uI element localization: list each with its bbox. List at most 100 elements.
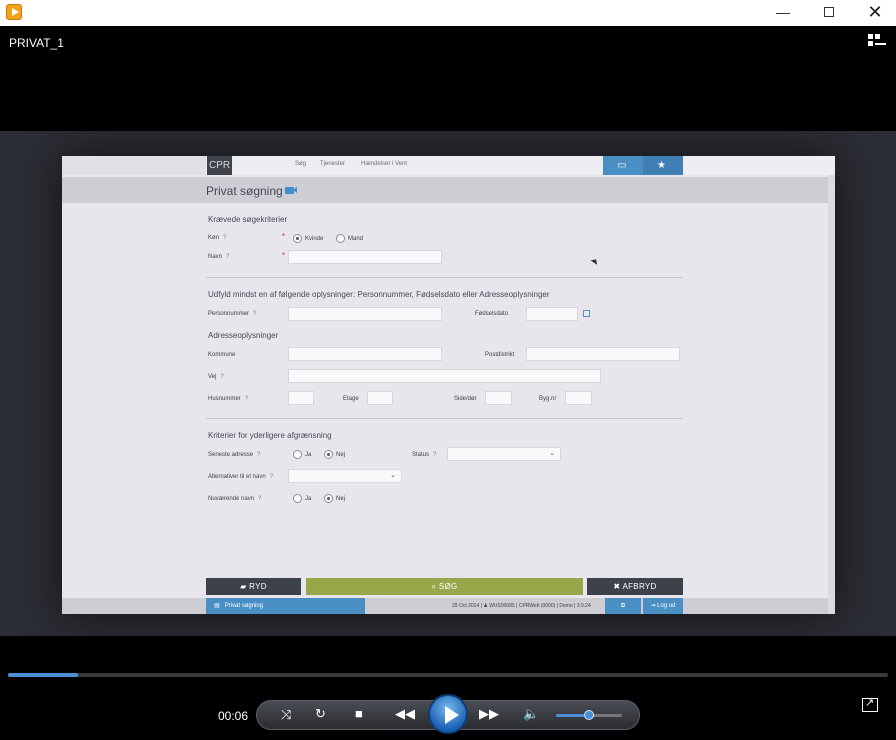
seneste-ja-label: Ja [305, 452, 312, 458]
cpr-top-bar: CPR Søg Tjenester Hændelser i Vent ▭ ★ [62, 156, 835, 175]
nav-haendelser[interactable]: Hændelser i Vent [361, 161, 407, 167]
minimize-button[interactable]: — [760, 0, 806, 26]
seek-bar[interactable] [8, 673, 888, 677]
calendar-icon[interactable] [583, 310, 590, 317]
shuffle-icon[interactable]: ⤨ [281, 707, 291, 723]
extra-section-title: Kriterier for yderligere afgrænsning [208, 431, 332, 440]
status-bar: ▤ Privat søgning 29 Oct 2014 | ♟ WUS0008… [62, 598, 828, 614]
volume-slider[interactable] [556, 710, 622, 720]
fodselsdato-input[interactable] [526, 307, 578, 321]
bygnr-input[interactable] [565, 391, 592, 405]
play-button[interactable] [428, 694, 468, 734]
navn-label: Navn? [208, 254, 230, 260]
kon-kvinde-radio[interactable] [293, 234, 302, 243]
info-section-title: Udfyld mindst en af følgende oplysninger… [208, 290, 550, 299]
ryd-button[interactable]: ▰ RYD [206, 578, 301, 595]
etage-label: Etage [343, 396, 359, 402]
status-select[interactable]: ⌄ [447, 447, 561, 461]
seneste-nej-label: Nej [336, 452, 346, 458]
nav-tjenester[interactable]: Tjenester [320, 161, 345, 167]
menu-icon: ▤ [214, 603, 222, 609]
seek-bar-fill [8, 673, 79, 677]
status-label: Status? [412, 452, 437, 458]
nuvaerende-navn-label: Nuværende navn? [208, 496, 262, 502]
alt-navn-select[interactable]: ⌄ [288, 469, 402, 483]
chevron-down-icon: ⌄ [390, 472, 396, 479]
external-link-icon: ⧉ [620, 603, 626, 609]
required-marker: * [282, 251, 286, 260]
postdistrikt-input[interactable] [526, 347, 680, 361]
video-title: PRIVAT_1 [9, 36, 64, 50]
search-icon: ⌕ [431, 582, 439, 591]
window-titlebar: — ✕ [0, 0, 896, 26]
navn-input[interactable] [288, 250, 442, 264]
seneste-adresse-label: Seneste adresse? [208, 452, 261, 458]
print-button[interactable]: ▭ [603, 156, 643, 175]
video-frame[interactable]: CPR Søg Tjenester Hændelser i Vent ▭ ★ P… [0, 131, 896, 636]
page-header: Privat søgning [62, 177, 828, 203]
volume-knob[interactable] [584, 710, 594, 720]
maximize-icon [824, 7, 834, 17]
nuv-nej-radio[interactable] [324, 494, 333, 503]
close-button[interactable]: ✕ [852, 0, 896, 26]
afbryd-button[interactable]: ✖ AFBRYD [587, 578, 683, 595]
kommune-input[interactable] [288, 347, 442, 361]
kommune-label: Kommune [208, 352, 236, 358]
repeat-icon[interactable]: ↻ [315, 706, 326, 722]
favorite-button[interactable]: ★ [643, 156, 683, 175]
husnummer-input[interactable] [288, 391, 314, 405]
forward-icon[interactable]: ▶▶ [479, 706, 499, 722]
media-player: PRIVAT_1 CPR Søg Tjenester Hændelser i V… [0, 26, 896, 740]
required-marker: * [282, 232, 286, 241]
fodselsdato-label: Fødselsdato [475, 311, 509, 317]
vej-label: Vej? [208, 374, 224, 380]
scrollbar[interactable] [828, 175, 835, 614]
camera-icon[interactable] [285, 187, 297, 194]
print-icon: ▭ [617, 160, 627, 171]
logout-button[interactable]: ⇥ Log ud [643, 598, 683, 614]
page-title: Privat søgning [206, 184, 283, 198]
star-icon: ★ [657, 160, 666, 171]
rewind-icon[interactable]: ◀◀ [395, 706, 415, 722]
divider [206, 418, 683, 419]
nuv-nej-label: Nej [336, 496, 346, 502]
maximize-button[interactable] [806, 0, 852, 26]
seneste-ja-radio[interactable] [293, 450, 302, 459]
status-tab[interactable]: ▤ Privat søgning [206, 598, 365, 614]
divider [206, 277, 683, 278]
elapsed-time: 00:06 [218, 709, 249, 723]
husnummer-label: Husnummer? [208, 396, 249, 402]
etage-input[interactable] [367, 391, 393, 405]
external-link-button[interactable]: ⧉ [605, 598, 641, 614]
side-dor-label: Side/dør [454, 396, 477, 402]
kon-mand-label: Mand [348, 236, 364, 242]
sog-button[interactable]: ⌕ SØG [306, 578, 583, 595]
alt-navn-label: Alternativer til et navn? [208, 474, 274, 480]
kon-mand-radio[interactable] [336, 234, 345, 243]
status-info: 29 Oct 2014 | ♟ WUS00085 | CPRWeb (0000)… [452, 603, 591, 609]
stop-icon[interactable]: ■ [355, 706, 363, 721]
compact-view-icon[interactable] [868, 34, 888, 50]
bygnr-label: Byg.nr [539, 396, 557, 402]
app-icon [6, 4, 22, 20]
personnummer-input[interactable] [288, 307, 442, 321]
expand-icon[interactable] [862, 696, 878, 712]
mouse-cursor [590, 257, 600, 265]
cpr-logo: CPR [207, 156, 232, 175]
vej-input[interactable] [288, 369, 601, 383]
required-section-title: Krævede søgekriterier [208, 215, 288, 224]
volume-icon[interactable]: 🔈 [523, 706, 539, 722]
cpr-screen: CPR Søg Tjenester Hændelser i Vent ▭ ★ P… [62, 156, 835, 614]
nuv-ja-radio[interactable] [293, 494, 302, 503]
chevron-down-icon: ⌄ [549, 450, 555, 457]
kon-kvinde-label: Kvinde [305, 236, 324, 242]
eraser-icon: ▰ [240, 582, 250, 591]
seneste-nej-radio[interactable] [324, 450, 333, 459]
postdistrikt-label: Postdistrikt [485, 352, 515, 358]
personnummer-label: Personnummer? [208, 311, 257, 317]
nuv-ja-label: Ja [305, 496, 312, 502]
nav-sog[interactable]: Søg [295, 161, 306, 167]
address-section-title: Adresseoplysninger [208, 331, 279, 340]
side-dor-input[interactable] [485, 391, 512, 405]
kon-label: Køn? [208, 235, 227, 241]
